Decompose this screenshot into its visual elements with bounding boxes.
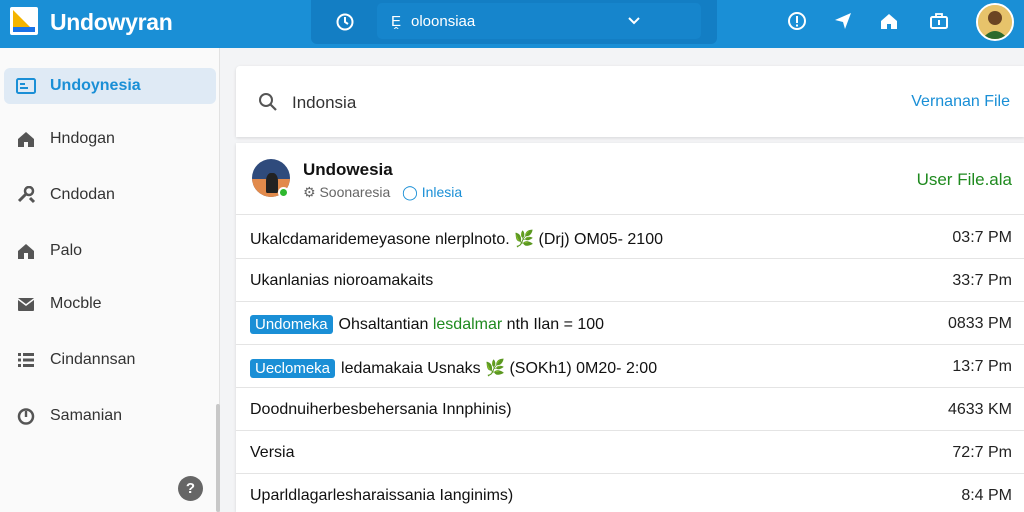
home-icon[interactable]: [878, 10, 900, 32]
list-item-text: Doodnuiherbesbehersania Innphinis): [250, 401, 512, 418]
list-icon: [18, 353, 34, 367]
user-header: Undowesia ⚙ Soonaresia ◯ Inlesia User Fi…: [236, 143, 1024, 215]
list-item[interactable]: Undomeka Ohsaltantian lesdalmar nth Ilan …: [236, 302, 1024, 345]
user-location-text: Inlesia: [421, 184, 463, 200]
person-icon: Ḙ: [391, 13, 402, 30]
tools-icon: [17, 186, 36, 204]
mail-icon: [17, 298, 35, 311]
clock-icon[interactable]: [335, 12, 355, 32]
sidebar-item-undoynesia[interactable]: Undoynesia: [4, 68, 216, 104]
list-item-text: Undomeka Ohsaltantian lesdalmar nth Ilan …: [250, 315, 604, 334]
top-bar: Undowyran Ḙ oloonsiaa: [0, 0, 1024, 48]
user-name: Undowesia: [303, 160, 393, 179]
list-item-time: 8:4 PM: [961, 487, 1012, 504]
list-item-text: Ueclomeka ledamakaia Usnaks 🌿 (SOKh1) 0M2…: [250, 358, 657, 378]
sidebar-item-palo[interactable]: Palo: [4, 233, 216, 269]
list-item-tag[interactable]: Ueclomeka: [250, 359, 336, 378]
sidebar-item-label: Cndodan: [50, 186, 115, 203]
list-item[interactable]: Ueclomeka ledamakaia Usnaks 🌿 (SOKh1) 0M2…: [236, 345, 1024, 388]
search-text: oloonsiaa: [411, 13, 476, 30]
list-item[interactable]: Uparldlagarlesharaissania Ianginims) 8:4…: [236, 474, 1024, 512]
info-icon[interactable]: [786, 10, 808, 32]
user-location: ◯ Inlesia: [402, 184, 463, 200]
list-item-time: 4633 KM: [947, 401, 1012, 418]
sidebar-item-label: Hndogan: [50, 130, 115, 147]
list-item-highlight: lesdalmar: [432, 316, 503, 333]
online-status-icon: [278, 187, 289, 198]
query-action-link[interactable]: Vernanan File: [911, 93, 1010, 111]
inbox-icon: [16, 78, 36, 94]
list-item-time: 72:7 Pm: [952, 444, 1012, 461]
query-card: Indonsia Vernanan File: [236, 66, 1024, 137]
search-icon: [259, 93, 277, 111]
list-item-main: ledamakaia Usnaks 🌿 (SOKh1) 0M20- 2:00: [341, 360, 658, 377]
list-item-time: 0833 PM: [947, 315, 1012, 332]
list-item-text: Ukalcdamaridemeyasone nlerplnoto. 🌿 (Drj…: [250, 231, 663, 248]
home-icon: [18, 132, 34, 147]
user-avatar[interactable]: [976, 3, 1014, 41]
list-item[interactable]: Doodnuiherbesbehersania Innphinis) 4633 …: [236, 388, 1024, 431]
list-item-time: 33:7 Pm: [952, 272, 1012, 289]
sidebar-scrollbar[interactable]: [216, 404, 220, 512]
list-item-text: Versia: [250, 444, 295, 461]
user-handle-icon: ⚙: [303, 184, 316, 200]
list-item[interactable]: Ukalcdamaridemeyasone nlerplnoto. 🌿 (Drj…: [236, 216, 1024, 259]
list-item[interactable]: Versia 72:7 Pm: [236, 431, 1024, 474]
list-item-time: 13:7 Pm: [952, 358, 1012, 375]
app-logo[interactable]: [10, 7, 38, 35]
sidebar-item-samanian[interactable]: Samanian: [4, 398, 216, 434]
user-file-link[interactable]: User File.ala: [917, 170, 1012, 190]
sidebar-item-mocble[interactable]: Mocble: [4, 286, 216, 322]
list-item-time: 03:7 PM: [952, 229, 1012, 246]
list-item-text: Uparldlagarlesharaissania Ianginims): [250, 487, 514, 504]
user-handle: Soonaresia: [319, 184, 391, 200]
search-area: Ḙ oloonsiaa: [311, 0, 717, 44]
list-item-tag[interactable]: Undomeka: [250, 315, 333, 334]
sidebar-item-cndodan[interactable]: Cndodan: [4, 177, 216, 213]
sidebar-item-label: Samanian: [50, 407, 123, 424]
results-card: Undowesia ⚙ Soonaresia ◯ Inlesia User Fi…: [236, 143, 1024, 512]
sidebar-item-hndogan[interactable]: Hndogan: [4, 121, 216, 157]
send-icon[interactable]: [832, 10, 854, 32]
sidebar-item-cindannsan[interactable]: Cindannsan: [4, 342, 216, 378]
sidebar: Undoynesia Hndogan Cndodan Palo Mocble C…: [0, 48, 220, 512]
sidebar-item-label: Cindannsan: [50, 351, 136, 368]
power-icon: [17, 408, 35, 425]
help-button[interactable]: ?: [178, 476, 203, 501]
app-title: Undowyran: [50, 9, 173, 35]
list-item-text: Ukanlanias nioroamakaits: [250, 272, 434, 289]
sidebar-item-label: Undoynesia: [50, 77, 141, 94]
list-item[interactable]: Ukanlanias nioroamakaits 33:7 Pm: [236, 259, 1024, 302]
list-item-main: Ohsaltantian: [338, 316, 429, 333]
search-input[interactable]: Ḙ oloonsiaa: [377, 3, 701, 39]
briefcase-icon[interactable]: [928, 10, 950, 32]
user-meta: ⚙ Soonaresia ◯ Inlesia: [303, 184, 462, 201]
query-text[interactable]: Indonsia: [292, 93, 356, 113]
sidebar-item-label: Palo: [50, 242, 83, 259]
list-item-rest: nth Ilan = 100: [506, 316, 605, 333]
house-icon: [18, 244, 34, 259]
chevron-down-icon[interactable]: [627, 14, 641, 28]
sidebar-item-label: Mocble: [50, 295, 102, 312]
